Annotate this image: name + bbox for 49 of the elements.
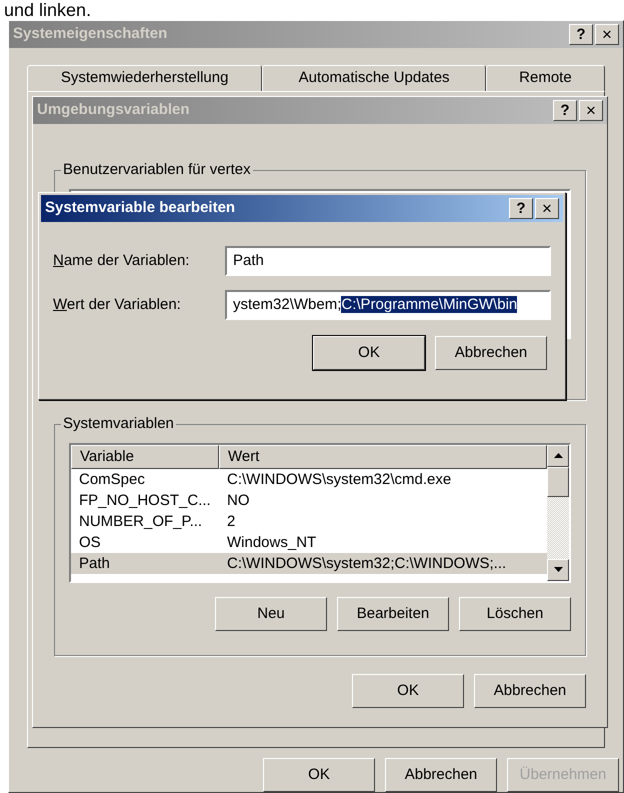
close-button[interactable]: × [579, 100, 603, 121]
dialog-button[interactable]: OK [313, 336, 425, 370]
system-variables-list[interactable]: Variable Wert ComSpec C:\WINDOWS\system32\cmd.exe FP_NO_HOST_C... NO NUMBER_OF_P... 2 OS Windows_NT Path C:\WINDOWS\system32;C:\WINDOWS;... [69, 442, 571, 583]
dialog-button[interactable]: Abbrechen [474, 674, 586, 708]
field-label: Wert der Variablen: [53, 294, 182, 315]
list-row[interactable]: NUMBER_OF_P... 2 [71, 510, 547, 532]
dialog-button[interactable]: Bearbeiten [337, 596, 449, 631]
scrollbar[interactable] [547, 444, 569, 581]
variable-value: C:\WINDOWS\system32\cmd.exe [226, 470, 452, 490]
close-button[interactable]: × [535, 198, 559, 219]
variable-value: Windows_NT [226, 532, 318, 553]
help-button[interactable]: ? [553, 100, 577, 121]
window-title: Systemeigenschaften [13, 24, 168, 44]
up-arrow-icon [554, 453, 562, 458]
down-arrow-icon [554, 567, 562, 572]
help-button[interactable]: ? [509, 198, 533, 219]
dialog-button[interactable]: Neu [215, 596, 327, 631]
column-header[interactable]: Variable [71, 444, 219, 469]
tab[interactable]: Systemwiederherstellung [27, 64, 262, 91]
variable-name: NUMBER_OF_P... [78, 512, 204, 532]
scroll-thumb[interactable] [547, 466, 569, 497]
window-title: Systemvariable bearbeiten [45, 198, 236, 218]
list-row[interactable]: Path C:\WINDOWS\system32;C:\WINDOWS;... [71, 552, 547, 574]
field-label: Name der Variablen: [53, 250, 190, 271]
list-row[interactable]: ComSpec C:\WINDOWS\system32\cmd.exe [71, 468, 547, 490]
name-field[interactable]: Path [225, 246, 551, 276]
list-row[interactable]: FP_NO_HOST_C... NO [71, 490, 547, 511]
tab[interactable]: Automatische Updates [262, 64, 486, 91]
window-title: Umgebungsvariablen [37, 100, 190, 120]
variable-name: Path [78, 554, 111, 574]
variable-name: OS [78, 532, 102, 553]
list-row[interactable]: OS Windows_NT [71, 532, 547, 553]
dialog-button[interactable]: Löschen [459, 596, 571, 631]
dialog-button[interactable]: OK [263, 758, 375, 792]
close-button[interactable]: × [595, 24, 619, 45]
dialog-button[interactable]: OK [352, 674, 464, 708]
value-field[interactable]: ystem32\Wbem;C:\Programme\MinGW\bin [225, 290, 551, 320]
help-button[interactable]: ? [569, 24, 593, 45]
variable-name: FP_NO_HOST_C... [78, 490, 212, 511]
column-header[interactable]: Wert [219, 444, 547, 469]
variable-value: C:\WINDOWS\system32;C:\WINDOWS;... [226, 554, 508, 574]
caption-text: und linken. [4, 0, 92, 20]
dialog-button[interactable]: Abbrechen [435, 336, 547, 370]
variable-value: 2 [226, 512, 236, 532]
variable-value: NO [226, 490, 250, 511]
variable-name: ComSpec [78, 470, 146, 490]
tab[interactable]: Remote [486, 64, 606, 91]
dialog-button[interactable]: Abbrechen [385, 758, 497, 792]
group-title: Systemvariablen [61, 414, 176, 433]
